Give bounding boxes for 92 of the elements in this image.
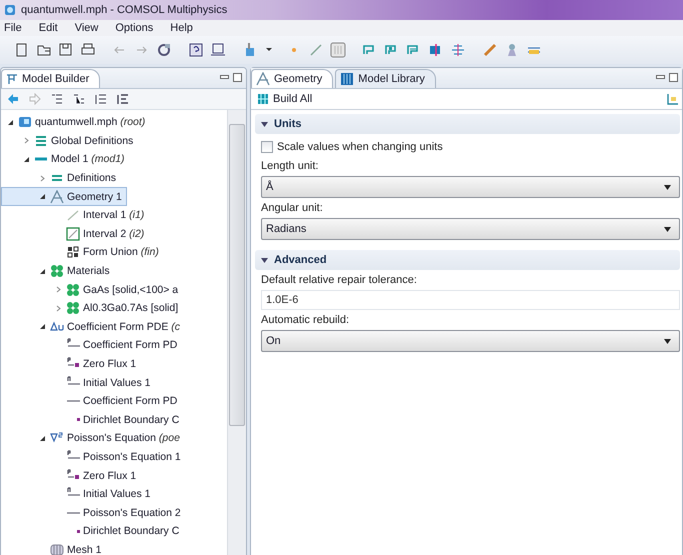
tree-item[interactable]: Form Union (fin) [1,243,164,262]
build-all-button[interactable]: Build All [255,92,314,106]
molecule-icon [50,264,64,278]
edge-icon [67,512,80,514]
scrollbar[interactable] [227,110,246,555]
checkbox[interactable] [261,141,273,153]
collapse-arrow-icon[interactable] [7,118,14,126]
monitor-icon[interactable] [210,42,226,58]
section-header[interactable]: Advanced [255,250,680,270]
maximize-icon[interactable] [669,73,678,82]
point-icon [77,530,80,533]
tree-item[interactable]: Dirichlet Boundary C [1,522,184,541]
tree-item[interactable]: Initial Values 1 [1,373,156,392]
dropdown[interactable]: Radians [261,218,680,240]
box-icon [66,226,80,241]
dropdown[interactable]: Å [261,176,680,198]
collapse-arrow-icon[interactable] [23,156,30,163]
menu-item[interactable]: View [74,22,100,34]
book-icon [340,72,354,86]
plot-icon[interactable] [667,93,679,105]
menu-item[interactable]: Options [114,22,154,34]
molecule-icon [66,301,80,316]
collapse-arrow-icon[interactable] [39,268,46,275]
menu-item[interactable]: Edit [38,22,59,34]
tree-item[interactable]: Mesh 1 [1,540,106,555]
dropdown[interactable]: On [261,330,680,352]
tree-item[interactable]: Coefficient Form PD [1,392,182,410]
field-label: Angular unit: [261,202,324,214]
build-icon [257,93,269,105]
collapse-arrow-icon[interactable] [39,323,46,330]
window-title: quantumwell.mph - COMSOL Multiphysics [21,4,228,16]
tab[interactable]: Geometry [251,69,334,88]
edge-icon [67,400,80,402]
triangle-icon [50,190,64,204]
collapse-arrow-icon[interactable] [39,434,46,442]
tree-item[interactable]: Poisson's Equation 2 [1,503,186,522]
tab[interactable]: Model Library [335,69,436,88]
tree-item[interactable]: Dirichlet Boundary C [1,410,184,430]
menu-item[interactable]: Help [169,22,194,34]
list-icon[interactable] [51,93,63,105]
stack-icon [34,134,48,148]
tree-item[interactable]: Poisson's Equation (poe [1,429,185,448]
text-field[interactable]: 1.0E-6 [261,290,680,310]
tree-item[interactable]: Interval 1 (i1) [1,206,150,225]
field-label: Length unit: [261,160,320,172]
refresh-icon[interactable] [156,42,172,58]
tree-item[interactable]: Zero Flux 1 [1,354,142,374]
dropdown-arrow-icon [664,184,671,190]
model-builder-tab[interactable]: Model Builder [1,69,100,88]
mesh-icon [50,542,64,555]
tree-item[interactable]: Zero Flux 1 [1,466,142,485]
tree-item[interactable]: Geometry 1 [1,187,127,206]
file-icon [18,115,32,130]
tree-list-icon[interactable] [73,93,85,105]
tree-item[interactable]: Initial Values 1 [1,484,156,504]
checkbox-label: Scale values when changing units [277,141,443,153]
tree-item[interactable]: GaAs [solid,<100> a [1,280,184,299]
section-header[interactable]: Units [255,114,680,134]
tree-icon [6,73,18,85]
field-label: Default relative repair tolerance: [261,274,418,286]
save-icon[interactable] [58,42,74,58]
tree-item[interactable]: Al0.3Ga0.7As [solid] [1,298,184,318]
scroll-thumb[interactable] [229,124,245,426]
checker-icon [66,245,80,260]
minimize-icon[interactable] [656,75,665,80]
tree-item[interactable]: Coefficient Form PD [1,336,182,355]
field-label: Automatic rebuild: [261,314,350,326]
minimize-icon[interactable] [220,75,229,80]
expand-all-icon[interactable] [95,93,107,105]
dropdown-arrow-icon [664,338,671,344]
tree-item[interactable]: Materials [1,262,115,280]
molecule-icon [66,282,80,297]
help-icon[interactable] [188,42,204,58]
tree-item[interactable]: Coefficient Form PDE (c [1,318,186,336]
point-icon [77,418,80,422]
tree-item[interactable]: Global Definitions [1,132,138,150]
line-icon [66,208,80,222]
tree-item[interactable]: Model 1 (mod1) [1,150,130,169]
app-icon [4,4,16,16]
tree-item[interactable]: quantumwell.mph (root) [1,113,150,132]
maximize-icon[interactable] [233,73,242,82]
menu-item[interactable]: File [3,22,23,34]
grid-icon[interactable] [330,42,346,58]
dropdown-arrow-icon [664,226,671,232]
collapse-all-icon[interactable] [117,93,129,105]
collapse-arrow-icon[interactable] [39,193,46,200]
back-icon[interactable] [7,93,19,105]
tree-item[interactable]: Poisson's Equation 1 [1,448,186,466]
tree-item[interactable]: Interval 2 (i2) [1,224,150,244]
brush-icon[interactable] [482,42,498,58]
tree-item[interactable]: Definitions [1,168,122,188]
triangle-icon [256,72,270,86]
